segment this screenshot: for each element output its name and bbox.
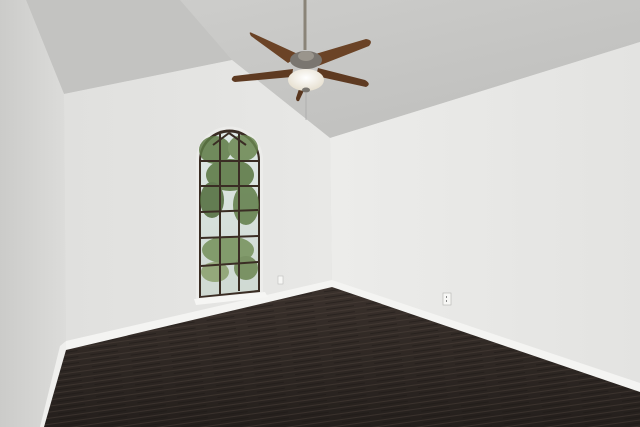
outlet-back-wall xyxy=(277,275,284,285)
outlet-right-wall xyxy=(442,292,452,306)
arched-window xyxy=(194,126,268,305)
room-photo xyxy=(0,0,640,427)
